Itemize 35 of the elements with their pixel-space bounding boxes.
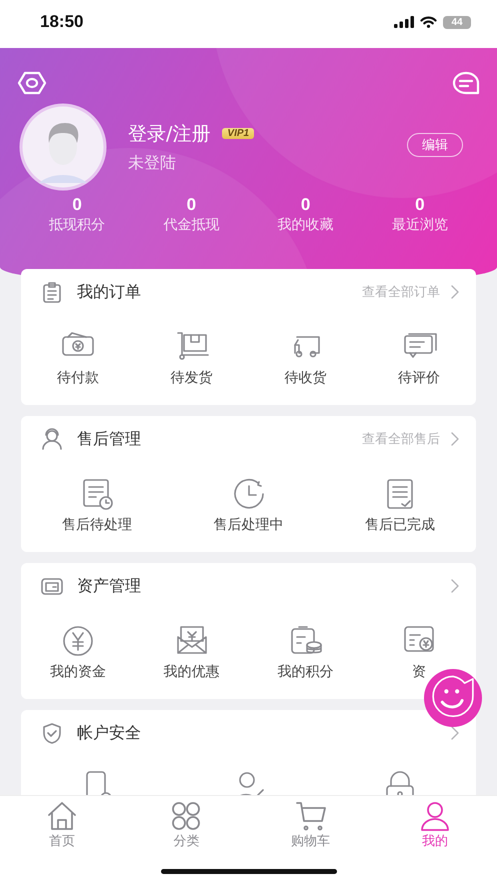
section-title: 帐户安全: [77, 722, 141, 744]
tab-item[interactable]: 首页: [0, 800, 124, 850]
login-status: 未登陆: [128, 152, 177, 174]
menu-item[interactable]: 售后处理中: [214, 516, 284, 534]
tab-item[interactable]: 分类: [124, 800, 248, 850]
menu-item[interactable]: 售后已完成: [365, 516, 436, 534]
menu-item[interactable]: 待付款: [56, 369, 99, 387]
stat-value: 0: [415, 195, 425, 215]
section-title: 资产管理: [77, 576, 141, 596]
menu-item[interactable]: 我的优惠: [164, 663, 220, 681]
stat-value: 0: [186, 195, 196, 215]
edit-button[interactable]: 编辑: [407, 133, 463, 157]
login-link[interactable]: 登录/注册: [128, 120, 210, 146]
menu-item[interactable]: 资: [412, 663, 426, 681]
menu-item[interactable]: 待发货: [170, 369, 213, 387]
stat-label[interactable]: 代金抵现: [163, 216, 220, 234]
menu-item[interactable]: 待收货: [284, 369, 326, 387]
clock-time: 18:50: [40, 12, 84, 32]
menu-item[interactable]: 我的积分: [277, 663, 334, 681]
view-all-link[interactable]: 查看全部售后: [362, 430, 440, 448]
tab-item[interactable]: 我的: [372, 800, 497, 850]
stat-value: 0: [72, 195, 82, 215]
stat-label[interactable]: 最近浏览: [392, 216, 448, 234]
menu-item[interactable]: 售后待处理: [62, 516, 132, 534]
battery-indicator: 44: [443, 16, 471, 28]
view-all-link[interactable]: 查看全部订单: [362, 283, 440, 301]
tab-item[interactable]: 购物车: [248, 800, 373, 850]
menu-item[interactable]: 待评价: [398, 369, 440, 387]
stat-value: 0: [300, 195, 310, 215]
section-title: 我的订单: [77, 282, 141, 302]
menu-item[interactable]: 我的资金: [50, 663, 106, 681]
section-title: 售后管理: [77, 428, 141, 450]
vip-badge: VIP1: [222, 128, 254, 139]
stat-label[interactable]: 我的收藏: [278, 216, 334, 234]
stat-label[interactable]: 抵现积分: [49, 216, 106, 234]
